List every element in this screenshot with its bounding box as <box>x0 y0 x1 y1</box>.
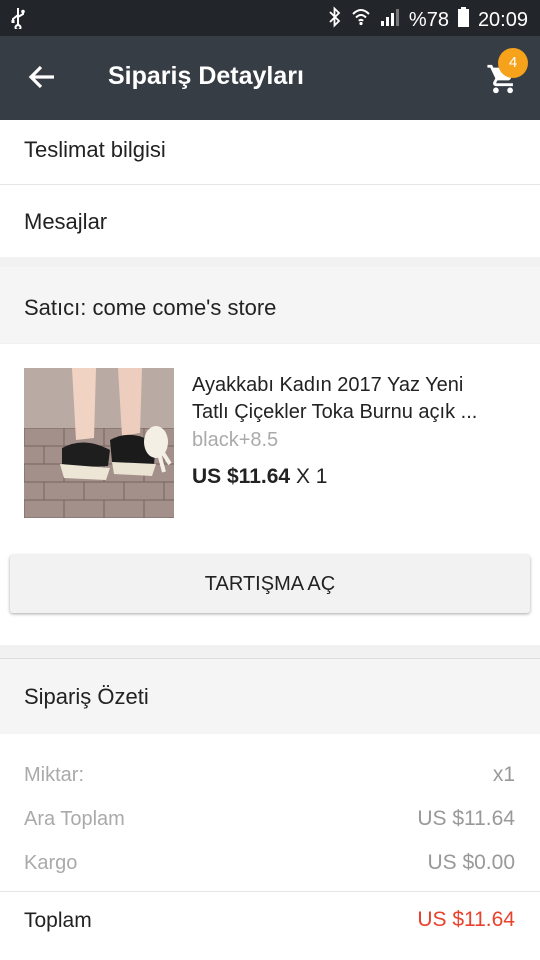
page-title: Sipariş Detayları <box>108 62 304 90</box>
subtotal-label: Ara Toplam <box>24 808 125 830</box>
battery-percent: %78 <box>408 8 449 31</box>
product-variant: black+8.5 <box>192 429 279 451</box>
shipping-label: Kargo <box>24 852 78 874</box>
quantity-value: x1 <box>492 763 515 786</box>
product-price: US $11.64 <box>192 465 291 488</box>
summary-title: Sipariş Özeti <box>24 684 149 709</box>
usb-icon <box>10 7 26 35</box>
messages-link[interactable]: Mesajlar <box>24 209 107 235</box>
product-title-line1: Ayakkabı Kadın 2017 Yaz Yeni <box>192 374 464 396</box>
shipping-value: US $0.00 <box>427 851 515 874</box>
back-arrow-icon[interactable] <box>26 60 60 94</box>
product-title[interactable]: Ayakkabı Kadın 2017 Yaz Yeni Tatlı Çiçek… <box>192 372 522 426</box>
total-value: US $11.64 <box>417 908 515 931</box>
divider <box>0 184 540 185</box>
product-title-line2: Tatlı Çiçekler Toka Burnu açık ... <box>192 401 478 423</box>
cart-badge: 4 <box>498 48 528 78</box>
open-dispute-button[interactable]: TARTIŞMA AÇ <box>10 555 530 613</box>
total-label: Toplam <box>24 909 92 932</box>
seller-label[interactable]: Satıcı: come come's store <box>24 295 276 321</box>
subtotal-value: US $11.64 <box>417 807 515 830</box>
divider <box>0 891 540 892</box>
battery-icon <box>457 7 469 33</box>
product-quantity: X 1 <box>295 465 328 488</box>
delivery-info-link[interactable]: Teslimat bilgisi <box>24 137 166 163</box>
product-thumbnail[interactable] <box>24 368 174 518</box>
status-bar: %78 20:09 <box>0 0 540 36</box>
product-price-line: US $11.64 X 1 <box>192 465 327 489</box>
signal-icon <box>380 7 400 33</box>
clock: 20:09 <box>477 8 528 31</box>
quantity-label: Miktar: <box>24 764 84 786</box>
bluetooth-icon <box>328 6 342 34</box>
wifi-icon <box>351 7 371 33</box>
app-bar: Sipariş Detayları 4 <box>0 36 540 120</box>
